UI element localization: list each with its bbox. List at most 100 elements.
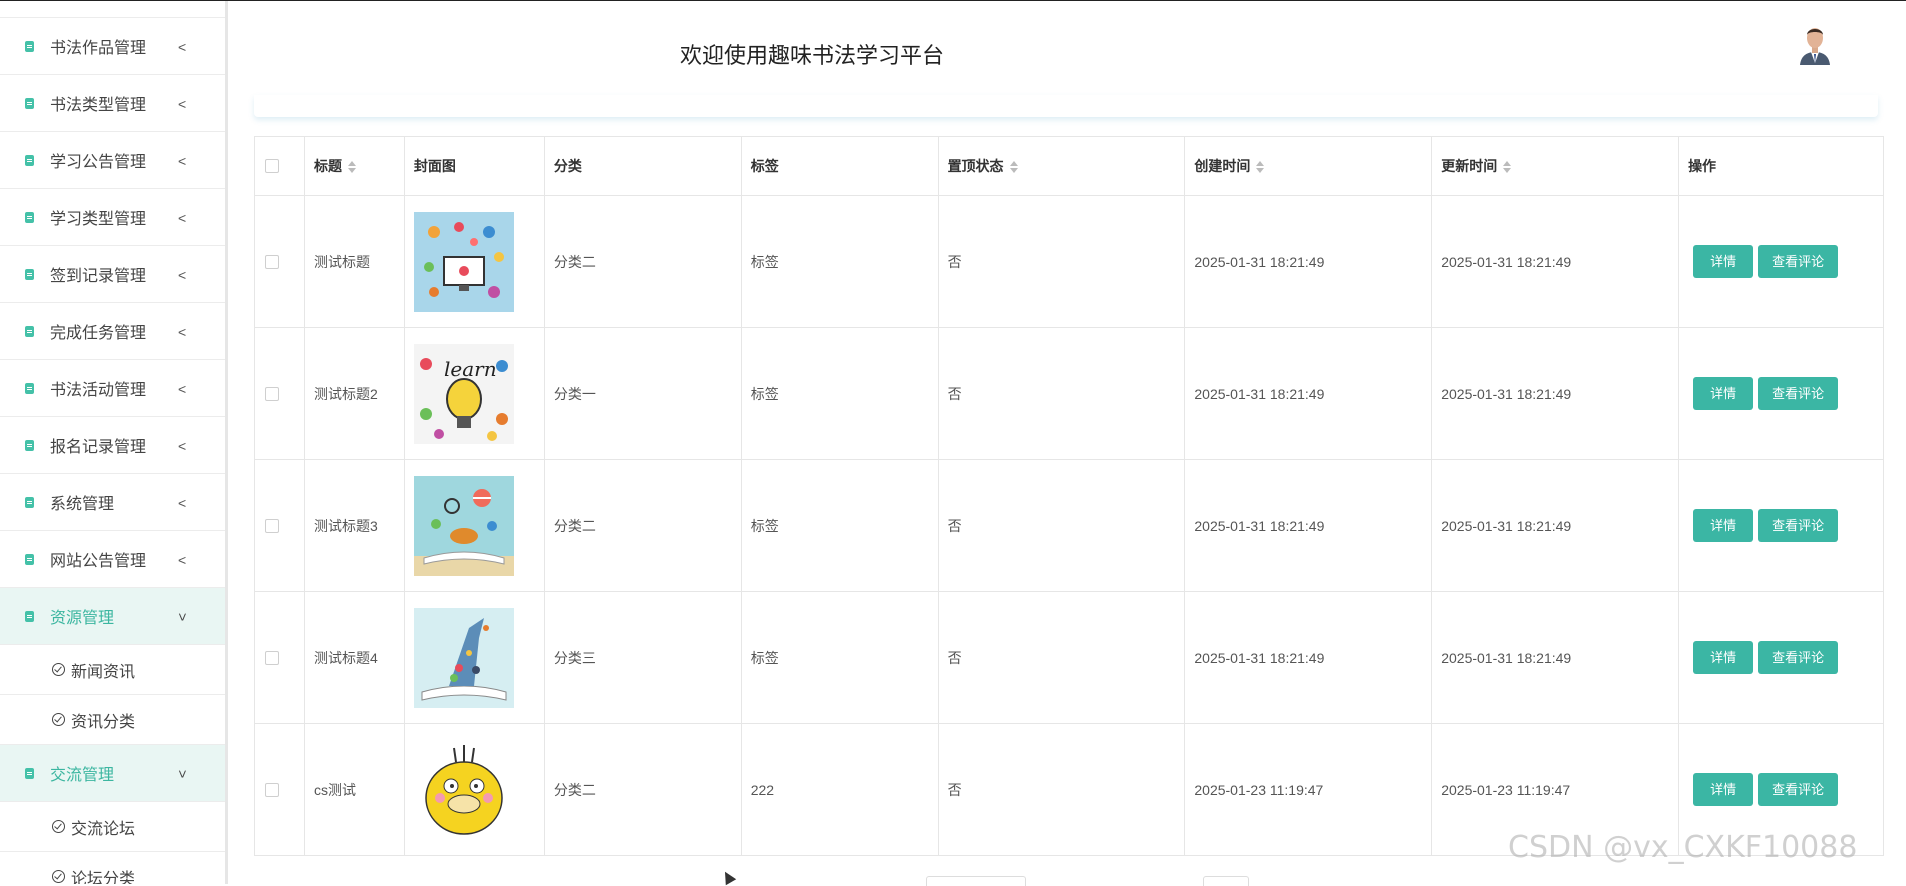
cell-updated: 2025-01-31 18:21:49: [1431, 591, 1680, 724]
sidebar-item-exchange[interactable]: 交流管理 <: [0, 745, 225, 802]
sidebar-item-checkin-records[interactable]: 签到记录管理 <: [0, 246, 225, 303]
sidebar-item-calligraphy-types[interactable]: 书法类型管理 <: [0, 75, 225, 132]
cell-tag: 标签: [740, 591, 939, 724]
sidebar-item-completed-tasks[interactable]: 完成任务管理 <: [0, 303, 225, 360]
sidebar-item-study-types[interactable]: 学习类型管理 <: [0, 189, 225, 246]
detail-button[interactable]: 详情: [1693, 377, 1754, 410]
cell-created: 2025-01-23 11:19:47: [1184, 723, 1433, 856]
row-checkbox[interactable]: [265, 518, 279, 533]
view-comments-button[interactable]: 查看评论: [1758, 641, 1839, 674]
sidebar-item-study-notices[interactable]: 学习公告管理 <: [0, 132, 225, 189]
cover-image[interactable]: learn: [413, 343, 514, 444]
row-select-cell[interactable]: [254, 591, 305, 724]
cell-created: 2025-01-31 18:21:49: [1184, 327, 1433, 460]
document-icon: [25, 767, 34, 779]
document-icon: [25, 154, 34, 166]
sort-icon[interactable]: [347, 161, 356, 174]
view-comments-button[interactable]: 查看评论: [1758, 773, 1839, 806]
sidebar-item-system[interactable]: 系统管理 <: [0, 474, 225, 531]
select-all-cell[interactable]: [254, 136, 305, 196]
sidebar-item-calligraphy-activities[interactable]: 书法活动管理 <: [0, 360, 225, 417]
cover-image[interactable]: [413, 211, 514, 312]
sidebar-subitem-news[interactable]: 新闻资讯: [0, 645, 225, 695]
sidebar-item-label: 系统管理: [50, 496, 115, 513]
cell-pinned: 否: [937, 327, 1186, 460]
sidebar-item-site-notices[interactable]: 网站公告管理 <: [0, 531, 225, 588]
page-jump-input[interactable]: [1203, 876, 1249, 886]
row-checkbox[interactable]: [265, 650, 279, 665]
sidebar-subitem-forum-categories[interactable]: 论坛分类: [0, 852, 225, 884]
column-header-label: 封面图: [413, 158, 456, 174]
column-header-updated[interactable]: 更新时间: [1431, 136, 1680, 196]
column-header-pinned[interactable]: 置顶状态: [937, 136, 1186, 196]
cell-title: 测试标题4: [303, 591, 405, 724]
column-header-label: 更新时间: [1441, 158, 1498, 174]
column-header-category: 分类: [543, 136, 742, 196]
cell-tag: 标签: [740, 327, 939, 460]
sidebar-subitem-news-categories[interactable]: 资讯分类: [0, 695, 225, 745]
sidebar-item-label: 交流管理: [50, 767, 115, 784]
sidebar-subitem-label: 新闻资讯: [71, 663, 136, 681]
svg-text:learn: learn: [444, 357, 497, 381]
cell-updated: 2025-01-31 18:21:49: [1431, 327, 1680, 460]
mouse-cursor-icon: [719, 868, 737, 886]
detail-button[interactable]: 详情: [1693, 245, 1754, 278]
view-comments-button[interactable]: 查看评论: [1758, 377, 1839, 410]
row-checkbox[interactable]: [265, 386, 279, 401]
row-checkbox[interactable]: [265, 782, 279, 797]
detail-button[interactable]: 详情: [1693, 641, 1754, 674]
cell-title: cs测试: [303, 723, 405, 856]
sort-icon[interactable]: [1009, 161, 1018, 174]
cover-image[interactable]: [413, 475, 514, 576]
sidebar-item-label: 书法活动管理: [50, 382, 147, 399]
cover-image[interactable]: [413, 607, 514, 708]
column-header-created[interactable]: 创建时间: [1184, 136, 1433, 196]
row-select-cell[interactable]: [254, 327, 305, 460]
document-icon: [25, 382, 34, 394]
row-select-cell[interactable]: [254, 459, 305, 592]
row-select-cell[interactable]: [254, 723, 305, 856]
cell-category: 分类二: [543, 459, 742, 592]
sidebar-item-signup-records[interactable]: 报名记录管理 <: [0, 417, 225, 474]
avatar[interactable]: [1796, 23, 1834, 65]
chevron-left-icon: <: [178, 552, 187, 568]
cell-tag: 标签: [740, 459, 939, 592]
cell-created: 2025-01-31 18:21:49: [1184, 459, 1433, 592]
column-header-label: 标题: [313, 158, 342, 174]
select-all-checkbox[interactable]: [265, 159, 279, 173]
cell-cover: learn: [403, 327, 545, 460]
document-icon: [25, 40, 34, 52]
column-header-title[interactable]: 标题: [303, 136, 405, 196]
document-icon: [25, 553, 34, 565]
view-comments-button[interactable]: 查看评论: [1758, 245, 1839, 278]
sidebar: 书法作品管理 < 书法类型管理 < 学习公告管理 < 学习类型管理 < 签到记录管理 < …: [0, 1, 225, 884]
sidebar-item-label: 资源管理: [50, 610, 115, 627]
sidebar-scrollbar[interactable]: [225, 1, 228, 884]
cover-image[interactable]: [413, 739, 514, 840]
detail-button[interactable]: 详情: [1693, 509, 1754, 542]
cell-category: 分类二: [543, 195, 742, 328]
cell-title: 测试标题2: [303, 327, 405, 460]
sort-icon[interactable]: [1503, 161, 1512, 174]
page-title: 欢迎使用趣味书法学习平台: [680, 43, 945, 68]
page-size-select[interactable]: [926, 876, 1026, 886]
watermark: CSDN @vx_CXKF10088: [1508, 830, 1858, 865]
sidebar-item-resources[interactable]: 资源管理 <: [0, 588, 225, 645]
cell-created: 2025-01-31 18:21:49: [1184, 195, 1433, 328]
cell-title: 测试标题3: [303, 459, 405, 592]
detail-button[interactable]: 详情: [1693, 773, 1754, 806]
sidebar-item-label: 网站公告管理: [50, 553, 147, 570]
sidebar-subitem-forum[interactable]: 交流论坛: [0, 802, 225, 852]
cell-pinned: 否: [937, 195, 1186, 328]
cell-cover: [403, 723, 545, 856]
column-header-label: 置顶状态: [947, 158, 1004, 174]
sort-icon[interactable]: [1256, 161, 1265, 174]
chevron-left-icon: <: [178, 438, 187, 454]
row-select-cell[interactable]: [254, 195, 305, 328]
row-checkbox[interactable]: [265, 254, 279, 269]
cell-category: 分类三: [543, 591, 742, 724]
chevron-left-icon: <: [178, 381, 187, 397]
view-comments-button[interactable]: 查看评论: [1758, 509, 1839, 542]
sidebar-item-calligraphy-works[interactable]: 书法作品管理 <: [0, 18, 225, 75]
chevron-left-icon: <: [178, 267, 187, 283]
